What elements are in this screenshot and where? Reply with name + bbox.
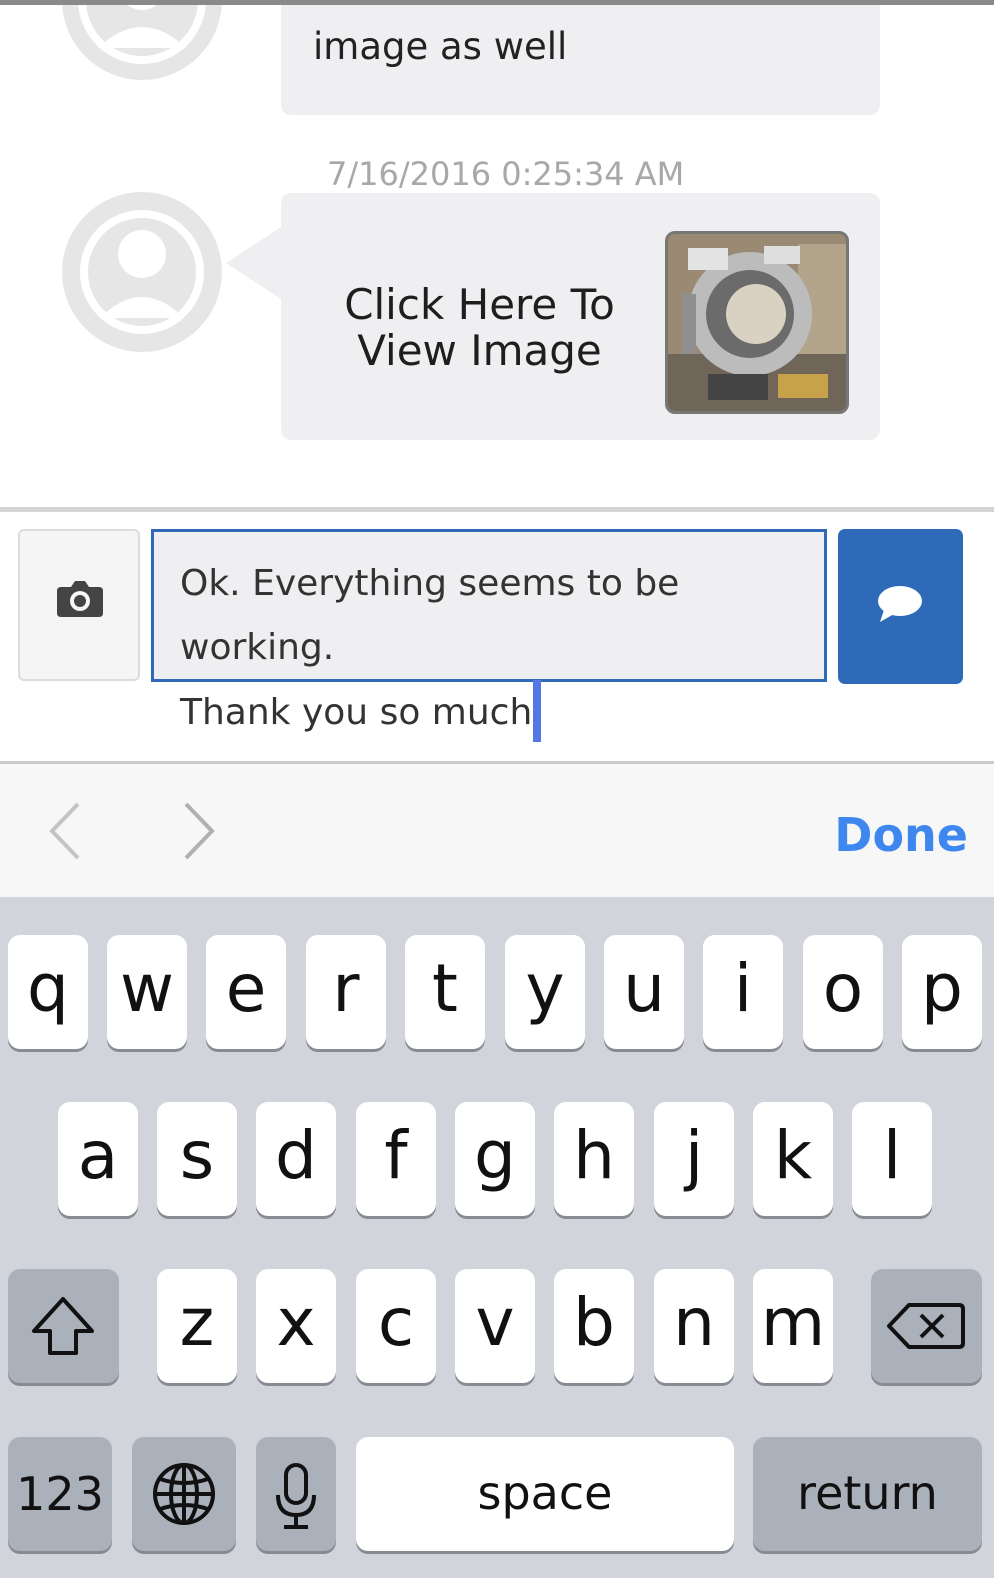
chat-thread[interactable]: image as well 7/16/2016 0:25:34 AM Click… (0, 5, 994, 508)
key-t[interactable]: t (405, 935, 485, 1049)
key-m[interactable]: m (753, 1269, 833, 1383)
camera-icon (57, 581, 103, 617)
shift-key[interactable] (8, 1269, 119, 1383)
delete-key[interactable] (871, 1269, 982, 1383)
shift-icon (32, 1297, 94, 1355)
key-g[interactable]: g (455, 1102, 535, 1216)
message-timestamp: 7/16/2016 0:25:34 AM (327, 155, 685, 193)
key-x[interactable]: x (256, 1269, 336, 1383)
key-e[interactable]: e (206, 935, 286, 1049)
key-p[interactable]: p (902, 935, 982, 1049)
avatar (62, 5, 222, 80)
key-q[interactable]: q (8, 935, 88, 1049)
key-d[interactable]: d (256, 1102, 336, 1216)
globe-icon (153, 1463, 215, 1525)
microphone-icon (276, 1463, 316, 1529)
key-j[interactable]: j (654, 1102, 734, 1216)
previous-field-icon[interactable] (46, 800, 86, 862)
key-i[interactable]: i (703, 935, 783, 1049)
key-a[interactable]: a (58, 1102, 138, 1216)
done-button[interactable]: Done (834, 808, 968, 862)
key-b[interactable]: b (554, 1269, 634, 1383)
view-image-label-line1: Click Here To (344, 280, 615, 329)
key-o[interactable]: o (803, 935, 883, 1049)
key-l[interactable]: l (852, 1102, 932, 1216)
space-key[interactable]: space (356, 1437, 734, 1551)
key-k[interactable]: k (753, 1102, 833, 1216)
key-w[interactable]: w (107, 935, 187, 1049)
return-key[interactable]: return (753, 1437, 982, 1551)
backspace-icon (887, 1303, 965, 1349)
message-input-line2: Thank you so much (180, 692, 533, 733)
image-thumbnail[interactable] (665, 231, 849, 414)
camera-button[interactable] (18, 529, 140, 681)
key-u[interactable]: u (604, 935, 684, 1049)
key-s[interactable]: s (157, 1102, 237, 1216)
avatar (62, 192, 222, 352)
composer: Ok. Everything seems to be working. Than… (0, 512, 994, 761)
keyboard: q w e r t y u i o p a s d f g h j k l z … (0, 897, 994, 1578)
key-h[interactable]: h (554, 1102, 634, 1216)
keyboard-accessory-bar: Done (0, 761, 994, 897)
view-image-link[interactable]: Click Here To View Image (282, 282, 677, 374)
chat-bubble-icon (878, 586, 922, 622)
view-image-label-line2: View Image (357, 326, 602, 375)
key-f[interactable]: f (356, 1102, 436, 1216)
key-r[interactable]: r (306, 935, 386, 1049)
key-y[interactable]: y (505, 935, 585, 1049)
numbers-key[interactable]: 123 (8, 1437, 112, 1551)
key-z[interactable]: z (157, 1269, 237, 1383)
dictation-key[interactable] (256, 1437, 336, 1551)
globe-key[interactable] (132, 1437, 236, 1551)
key-c[interactable]: c (356, 1269, 436, 1383)
send-button[interactable] (838, 529, 963, 684)
bubble-tail (226, 225, 284, 301)
text-cursor (533, 680, 542, 742)
key-n[interactable]: n (654, 1269, 734, 1383)
message-input[interactable]: Ok. Everything seems to be working. Than… (151, 529, 827, 742)
key-v[interactable]: v (455, 1269, 535, 1383)
next-field-icon[interactable] (180, 800, 220, 862)
message-input-line1: Ok. Everything seems to be working. (180, 563, 680, 668)
message-text: image as well (313, 25, 568, 68)
